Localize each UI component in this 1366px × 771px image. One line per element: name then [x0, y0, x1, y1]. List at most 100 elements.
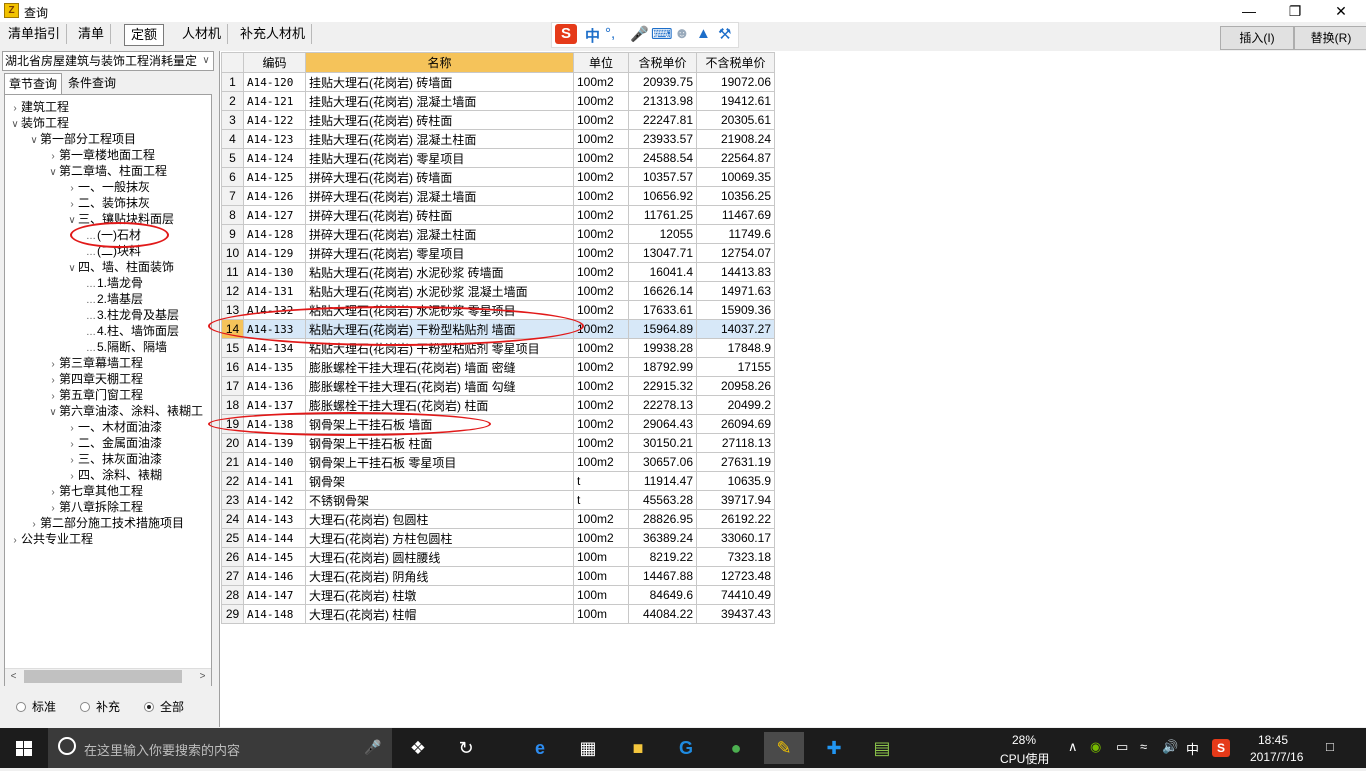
notepad-app-icon[interactable]: ▤	[862, 732, 902, 764]
filter-all-radio[interactable]: 全部	[144, 698, 184, 715]
cell-name[interactable]: 钢骨架	[305, 471, 574, 491]
tree-node[interactable]: › 二、金属面油漆	[66, 435, 162, 451]
chevron-down-icon[interactable]: ∨	[28, 133, 40, 149]
cell-price-notax[interactable]: 27118.13	[696, 433, 775, 453]
table-row[interactable]: 29 A14-148 大理石(花岗岩) 柱帽 100m 44084.22 39437.43	[221, 604, 775, 624]
cell-unit[interactable]: 100m2	[573, 395, 629, 415]
cell-code[interactable]: A14-143	[243, 509, 306, 529]
cell-name[interactable]: 挂贴大理石(花岗岩) 混凝土墙面	[305, 91, 574, 111]
tab-quota[interactable]: 定额	[124, 24, 165, 46]
filter-supplement-radio[interactable]: 补充	[80, 698, 120, 715]
table-row[interactable]: 1 A14-120 挂贴大理石(花岗岩) 砖墙面 100m2 20939.75 19072…	[221, 72, 775, 92]
tab-chapter-query[interactable]: 章节查询	[4, 73, 63, 94]
volume-icon[interactable]: 🔊	[1162, 739, 1178, 755]
row-number[interactable]: 11	[221, 262, 244, 282]
cell-name[interactable]: 挂贴大理石(花岗岩) 零星项目	[305, 148, 574, 168]
keyboard-icon[interactable]: ⌨	[651, 25, 673, 43]
cell-price-notax[interactable]: 39717.94	[696, 490, 775, 510]
cell-name[interactable]: 钢骨架上干挂石板 柱面	[305, 433, 574, 453]
cell-unit[interactable]: 100m2	[573, 357, 629, 377]
tree-node[interactable]: › 第八章拆除工程	[47, 499, 143, 515]
tree-node[interactable]: › 四、涂料、裱糊	[66, 467, 162, 483]
chevron-up-icon[interactable]: ∧	[1068, 739, 1078, 755]
cell-code[interactable]: A14-126	[243, 186, 306, 206]
cell-code[interactable]: A14-128	[243, 224, 306, 244]
row-number[interactable]: 22	[221, 471, 244, 491]
chevron-down-icon[interactable]: ∨	[66, 261, 78, 277]
cortana-icon[interactable]	[58, 737, 76, 755]
cell-code[interactable]: A14-137	[243, 395, 306, 415]
cell-name[interactable]: 膨胀螺栓干挂大理石(花岗岩) 墙面 密缝	[305, 357, 574, 377]
column-header-unit[interactable]: 单位	[573, 52, 629, 73]
cell-price-notax[interactable]: 15909.36	[696, 300, 775, 320]
row-number[interactable]: 10	[221, 243, 244, 263]
cell-price-tax[interactable]: 36389.24	[628, 528, 697, 548]
cell-name[interactable]: 大理石(花岗岩) 方柱包圆柱	[305, 528, 574, 548]
cell-name[interactable]: 大理石(花岗岩) 包圆柱	[305, 509, 574, 529]
scrollbar-thumb[interactable]	[24, 670, 182, 683]
cell-name[interactable]: 拼碎大理石(花岗岩) 混凝土墙面	[305, 186, 574, 206]
cell-unit[interactable]: 100m2	[573, 452, 629, 472]
cell-code[interactable]: A14-140	[243, 452, 306, 472]
cell-price-tax[interactable]: 14467.88	[628, 566, 697, 586]
table-row[interactable]: 22 A14-141 钢骨架 t 11914.47 10635.9	[221, 471, 775, 491]
cell-unit[interactable]: 100m2	[573, 224, 629, 244]
restore-button[interactable]: ❐	[1272, 0, 1318, 22]
row-number[interactable]: 9	[221, 224, 244, 244]
cell-price-tax[interactable]: 10357.57	[628, 167, 697, 187]
tab-list-guide[interactable]: 清单指引	[2, 24, 68, 44]
table-row[interactable]: 5 A14-124 挂贴大理石(花岗岩) 零星项目 100m2 24588.54 2256…	[221, 148, 775, 168]
cell-unit[interactable]: 100m2	[573, 72, 629, 92]
user-icon[interactable]: ☻	[674, 25, 690, 42]
cell-code[interactable]: A14-146	[243, 566, 306, 586]
cell-name[interactable]: 大理石(花岗岩) 柱帽	[305, 604, 574, 624]
cell-price-tax[interactable]: 30657.06	[628, 452, 697, 472]
tree-node[interactable]: ∨ 装饰工程	[9, 115, 69, 131]
tree-node[interactable]: ∨ 四、墙、柱面装饰	[66, 259, 174, 275]
row-number[interactable]: 12	[221, 281, 244, 301]
tab-list[interactable]: 清单	[72, 24, 112, 44]
row-number[interactable]: 15	[221, 338, 244, 358]
cell-price-notax[interactable]: 20305.61	[696, 110, 775, 130]
row-number[interactable]: 8	[221, 205, 244, 225]
cell-unit[interactable]: 100m	[573, 547, 629, 567]
cell-price-notax[interactable]: 27631.19	[696, 452, 775, 472]
row-number[interactable]: 21	[221, 452, 244, 472]
wifi-icon[interactable]: ≈	[1140, 739, 1147, 754]
nvidia-icon[interactable]: ◉	[1090, 739, 1101, 755]
row-number[interactable]: 2	[221, 91, 244, 111]
cell-price-tax[interactable]: 20939.75	[628, 72, 697, 92]
row-number[interactable]: 20	[221, 433, 244, 453]
cell-price-notax[interactable]: 39437.43	[696, 604, 775, 624]
cell-price-notax[interactable]: 11467.69	[696, 205, 775, 225]
cell-unit[interactable]: 100m2	[573, 376, 629, 396]
table-row[interactable]: 25 A14-144 大理石(花岗岩) 方柱包圆柱 100m2 36389.24 3306…	[221, 528, 775, 548]
scroll-left-icon[interactable]: <	[5, 668, 22, 685]
cell-price-tax[interactable]: 18792.99	[628, 357, 697, 377]
cell-unit[interactable]: 100m2	[573, 186, 629, 206]
cell-price-notax[interactable]: 12723.48	[696, 566, 775, 586]
cell-code[interactable]: A14-120	[243, 72, 306, 92]
cell-unit[interactable]: 100m2	[573, 129, 629, 149]
column-header-name[interactable]: 名称	[305, 52, 574, 73]
cell-price-tax[interactable]: 11914.47	[628, 471, 697, 491]
cell-price-tax[interactable]: 24588.54	[628, 148, 697, 168]
cell-price-notax[interactable]: 74410.49	[696, 585, 775, 605]
cell-unit[interactable]: 100m2	[573, 338, 629, 358]
tree-node[interactable]: › 一、木材面油漆	[66, 419, 162, 435]
cell-price-notax[interactable]: 21908.24	[696, 129, 775, 149]
cell-price-notax[interactable]: 10356.25	[696, 186, 775, 206]
tree-node[interactable]: › 第四章天棚工程	[47, 371, 143, 387]
cell-code[interactable]: A14-131	[243, 281, 306, 301]
cell-name[interactable]: 粘贴大理石(花岗岩) 水泥砂浆 混凝土墙面	[305, 281, 574, 301]
chevron-down-icon[interactable]: ∨	[9, 117, 21, 133]
microphone-icon[interactable]: 🎤	[630, 25, 649, 43]
cell-price-tax[interactable]: 22278.13	[628, 395, 697, 415]
cell-price-tax[interactable]: 21313.98	[628, 91, 697, 111]
table-row[interactable]: 12 A14-131 粘贴大理石(花岗岩) 水泥砂浆 混凝土墙面 100m2 16626…	[221, 281, 775, 301]
cell-price-tax[interactable]: 29064.43	[628, 414, 697, 434]
row-number[interactable]: 25	[221, 528, 244, 548]
cell-price-tax[interactable]: 84649.6	[628, 585, 697, 605]
tree-node[interactable]: › 第一章楼地面工程	[47, 147, 155, 163]
cell-price-notax[interactable]: 10069.35	[696, 167, 775, 187]
